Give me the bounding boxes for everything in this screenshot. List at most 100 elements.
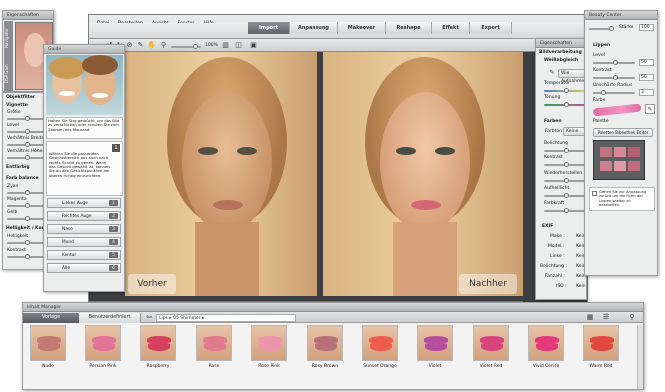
lower-lip bbox=[481, 343, 503, 351]
blur-radius-slider[interactable] bbox=[593, 90, 635, 95]
no-entry-icon[interactable]: ⊘ bbox=[125, 41, 134, 50]
palette-swatch[interactable] bbox=[628, 161, 640, 171]
tab-reshape[interactable]: Reshape bbox=[386, 22, 432, 34]
all-button[interactable]: Alle 6 bbox=[47, 263, 121, 273]
mouth-button[interactable]: Mund 4 bbox=[47, 237, 121, 247]
single-view-icon[interactable]: ▥ bbox=[221, 41, 230, 50]
pencil-icon[interactable]: ✎ bbox=[136, 41, 145, 50]
vignette-height-slider[interactable] bbox=[7, 155, 47, 160]
zoom-value: 100% bbox=[205, 43, 218, 48]
palette-swatch[interactable] bbox=[600, 161, 612, 171]
lip-color-stroke[interactable] bbox=[592, 103, 642, 117]
content-scroll-track[interactable] bbox=[637, 325, 643, 389]
lip-thumbnail bbox=[362, 325, 398, 361]
lip-item-sunset-orange[interactable]: Sunset Orange bbox=[359, 325, 401, 369]
checkbox[interactable] bbox=[592, 191, 597, 196]
breadcrumb-shimmer[interactable]: 05 Shimmer bbox=[173, 316, 201, 321]
upper-lip bbox=[258, 336, 282, 343]
tab-benutzerdefiniert[interactable]: Benutzerdefiniert bbox=[79, 313, 141, 323]
upper-lip bbox=[535, 336, 559, 343]
adjustment-title: Eigenschaften bbox=[536, 39, 586, 48]
lips-heading: Lippen bbox=[593, 43, 611, 48]
recovery-slider[interactable] bbox=[544, 178, 586, 183]
lip-name: Rose bbox=[208, 364, 220, 369]
step-badge-icon: 1 bbox=[112, 144, 120, 152]
contour-button[interactable]: Kontur 5 bbox=[47, 250, 121, 260]
tab-makeover[interactable]: Makeover bbox=[338, 22, 386, 34]
nose-button[interactable]: Nase 3 bbox=[47, 224, 121, 234]
contrast-slider[interactable] bbox=[593, 75, 635, 80]
zoom-slider[interactable] bbox=[171, 44, 201, 49]
vibrance-slider[interactable] bbox=[544, 208, 586, 213]
lip-item-persian-pink[interactable]: Persian Pink bbox=[82, 325, 124, 369]
zoom-icon[interactable]: ⚲ bbox=[159, 41, 168, 50]
level-value[interactable]: 50 bbox=[639, 59, 654, 66]
temperature-label: Temperatur bbox=[544, 81, 570, 86]
cyan-slider[interactable] bbox=[7, 190, 47, 195]
toolbar: ▭ ↺ ↻ ⊘ ✎ ✋ ⚲ 100% ▥ ◫ ▣ bbox=[89, 39, 587, 52]
color-balance-heading: Farb balance bbox=[6, 176, 39, 181]
lower-lip bbox=[204, 343, 226, 351]
brightness-slider[interactable] bbox=[7, 240, 47, 245]
lip-item-nude[interactable]: Nude bbox=[27, 325, 69, 369]
white-balance-select[interactable]: Wie Aufnahme bbox=[558, 69, 586, 84]
palette-swatch[interactable] bbox=[600, 147, 612, 157]
dsp-gain-tab[interactable]: DSP Gain bbox=[4, 56, 9, 91]
magenta-slider[interactable] bbox=[7, 203, 47, 208]
lip-item-warm-red[interactable]: Warm Red bbox=[580, 325, 622, 369]
strength-slider[interactable] bbox=[589, 26, 614, 31]
exif-lens-label: Linse : bbox=[550, 254, 565, 259]
hand-icon[interactable]: ✋ bbox=[147, 41, 156, 50]
palette-swatch[interactable] bbox=[614, 147, 626, 157]
fill-light-slider[interactable] bbox=[544, 193, 586, 198]
after-pane: Nachher bbox=[323, 52, 523, 296]
contrast-slider[interactable] bbox=[7, 254, 47, 259]
split-view-icon[interactable]: ◫ bbox=[234, 41, 243, 50]
lip-item-violet-red[interactable]: Violet Red bbox=[470, 325, 512, 369]
vignette-size-slider[interactable] bbox=[7, 116, 47, 121]
lip-thumbnail bbox=[140, 325, 176, 361]
lip-item-vivid-cerise[interactable]: Vivid Cerise bbox=[525, 325, 567, 369]
navigator-tab[interactable]: Navigator bbox=[4, 21, 9, 56]
search-icon[interactable]: ⚲ bbox=[627, 313, 637, 322]
eyedropper-icon[interactable]: ✎ bbox=[645, 104, 655, 114]
lip-thumbnail bbox=[528, 325, 564, 361]
yellow-slider[interactable] bbox=[7, 216, 47, 221]
tint-label: Tönung bbox=[544, 95, 561, 100]
eyedropper-icon[interactable]: ✎ bbox=[548, 68, 556, 77]
palette-swatch[interactable] bbox=[628, 147, 640, 157]
list-view-icon[interactable]: ☰ bbox=[601, 313, 611, 322]
palette-swatch[interactable] bbox=[614, 161, 626, 171]
tab-export[interactable]: Export bbox=[470, 22, 512, 34]
tint-slider[interactable] bbox=[544, 102, 586, 107]
vignette-width-slider[interactable] bbox=[7, 142, 47, 147]
guide-tip-2-box: 1 Wählen Sie die passenden Gesichtsberei… bbox=[46, 141, 123, 196]
lip-item-violet[interactable]: Violet bbox=[414, 325, 456, 369]
contrast2-slider[interactable] bbox=[544, 162, 586, 167]
grid-view-icon[interactable]: ▦ bbox=[585, 313, 595, 322]
desaturate-heading[interactable]: Entfärbig bbox=[6, 165, 30, 170]
exposure-slider[interactable] bbox=[544, 148, 586, 153]
tab-anpassung[interactable]: Anpassung bbox=[290, 22, 338, 34]
blur-radius-value[interactable]: 3 bbox=[639, 89, 654, 96]
vignette-level-slider[interactable] bbox=[7, 129, 47, 134]
lip-item-rose-pink[interactable]: Rose Pink bbox=[248, 325, 290, 369]
tab-import[interactable]: Import bbox=[248, 22, 290, 34]
right-eye-button[interactable]: Rechtes Auge 2 bbox=[47, 211, 121, 221]
strength-value[interactable]: 100 bbox=[639, 24, 654, 31]
level-slider[interactable] bbox=[593, 60, 635, 65]
palette-library-button[interactable]: Paletten Bibliothek Editor bbox=[593, 128, 653, 137]
contrast-value[interactable]: 50 bbox=[639, 74, 654, 81]
lip-item-rosy-brown[interactable]: Rosy Brown bbox=[304, 325, 346, 369]
lip-item-raspberry[interactable]: Raspberry bbox=[137, 325, 179, 369]
lip-name: Vivid Cerise bbox=[532, 364, 560, 369]
chevron-right-icon: ▸ bbox=[202, 316, 205, 321]
left-eye-button[interactable]: Linkes Auge 1 bbox=[47, 198, 121, 208]
tab-effekt[interactable]: Effekt bbox=[432, 22, 470, 34]
lip-item-rose[interactable]: Rose bbox=[193, 325, 235, 369]
back-arrow-icon[interactable]: ⇦ bbox=[144, 313, 154, 322]
fit-view-icon[interactable]: ▣ bbox=[249, 41, 258, 50]
tab-vorlage[interactable]: Vorlage bbox=[23, 313, 79, 323]
temperature-slider[interactable] bbox=[544, 88, 586, 93]
breadcrumb-lips[interactable]: Lips bbox=[159, 316, 168, 321]
